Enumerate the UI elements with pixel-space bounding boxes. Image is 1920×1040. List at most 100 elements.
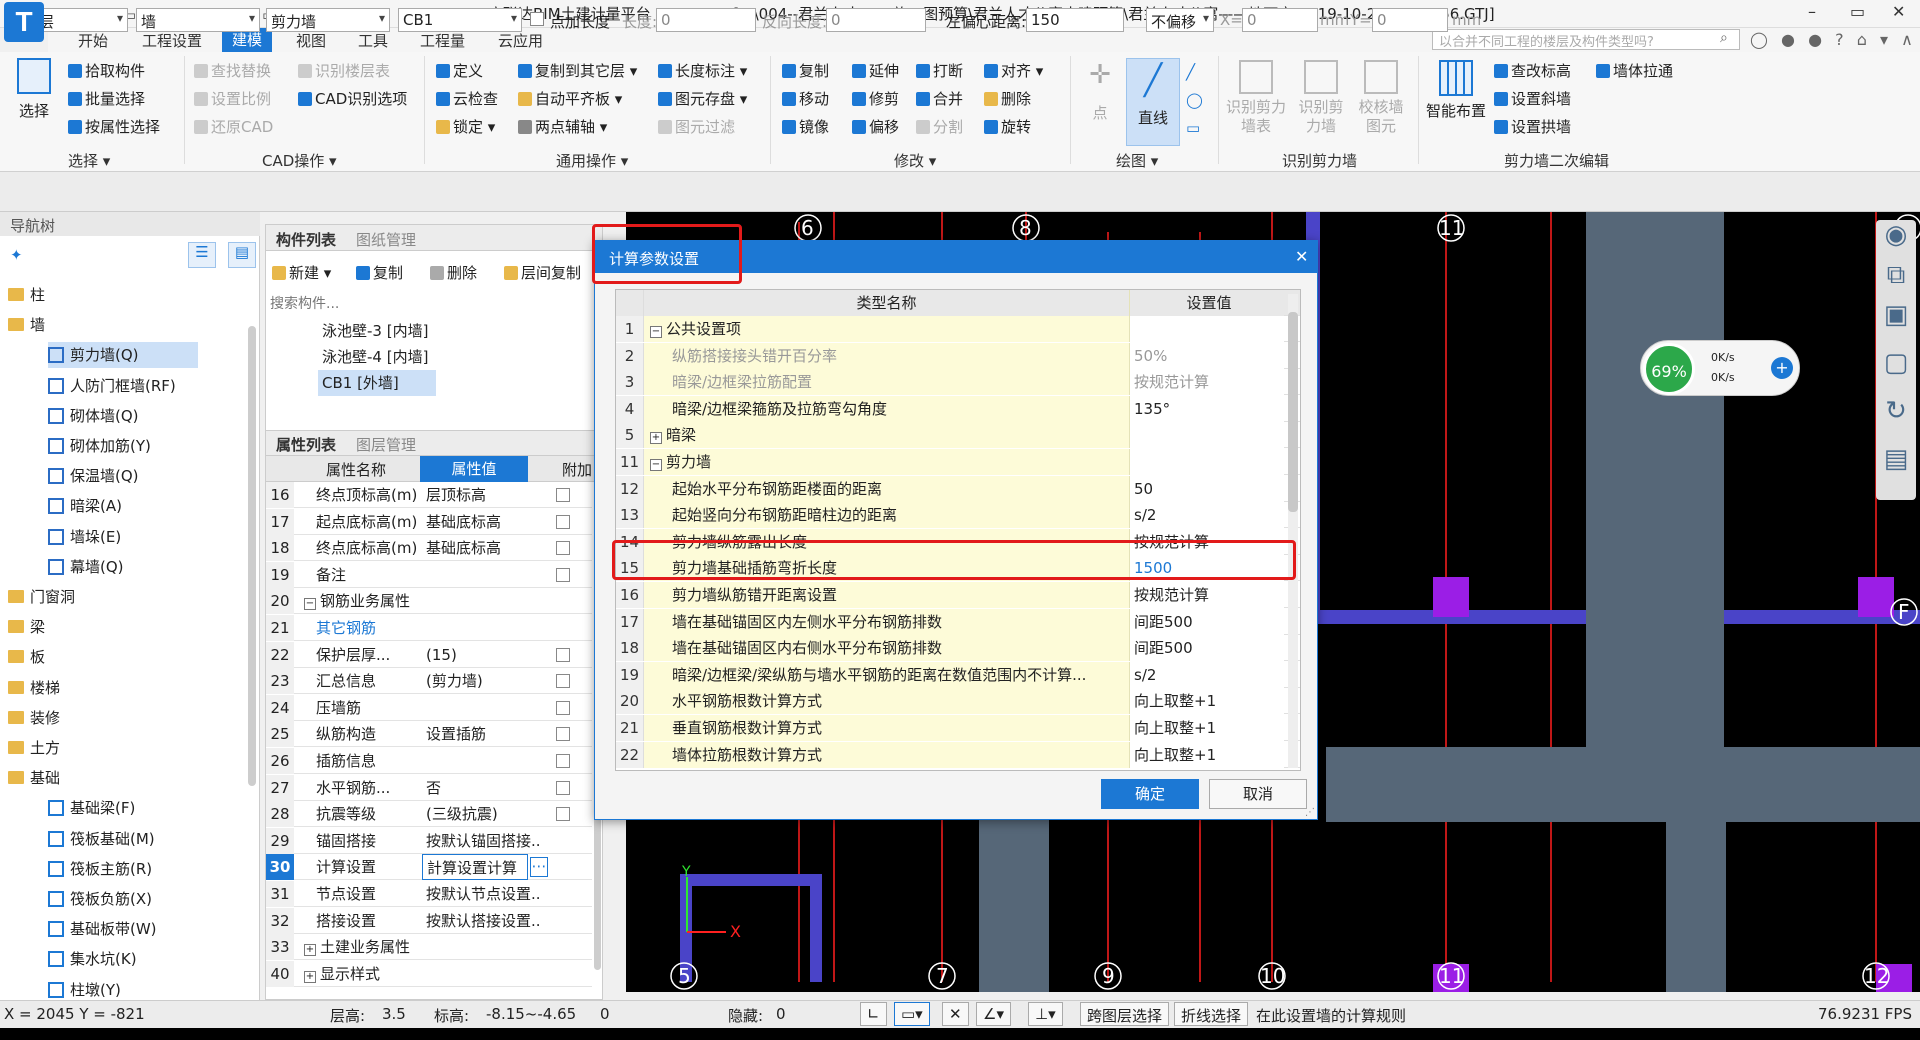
pin-nav-icon[interactable]: ✦ <box>10 246 23 264</box>
select-by-property-button[interactable]: 按属性选择 <box>68 116 160 137</box>
close-icon[interactable]: ✕ <box>1892 2 1905 21</box>
x-input[interactable]: 0 <box>1242 8 1318 32</box>
attach-checkbox[interactable] <box>556 754 570 768</box>
property-value[interactable]: 层顶标高 <box>422 482 542 508</box>
param-row[interactable]: 22 墙体拉筋根数计算方式 向上取整+1 <box>616 741 1300 768</box>
param-value[interactable]: 135° <box>1130 395 1284 422</box>
grid-view-icon[interactable]: ▤ <box>228 242 256 268</box>
copy-button[interactable]: 复制 <box>782 60 829 81</box>
property-value[interactable]: 基础底标高 <box>422 509 542 535</box>
tab-tools[interactable]: 工具 <box>358 30 388 51</box>
ortho-icon[interactable]: ∟ <box>860 1002 887 1026</box>
param-row[interactable]: 18 墙在基础锚固区内右侧水平分布钢筋排数 间距500 <box>616 635 1300 662</box>
nav-item[interactable]: 集水坑(K) <box>48 946 145 972</box>
lock-button[interactable]: 锁定 ▾ <box>436 116 495 137</box>
snap-select-icon[interactable]: ▭▾ <box>894 1002 930 1026</box>
property-row[interactable]: 40 + 显示样式 <box>266 960 592 987</box>
param-row[interactable]: 20 水平钢筋根数计算方式 向上取整+1 <box>616 688 1300 715</box>
property-value[interactable]: (15) <box>422 642 542 668</box>
break-button[interactable]: 打断 <box>916 60 963 81</box>
nav-item[interactable]: 砌体加筋(Y) <box>48 433 159 459</box>
user-icon[interactable]: ◯ <box>1750 30 1768 49</box>
cross-layer-select-button[interactable]: 跨图层选择 <box>1080 1002 1170 1026</box>
property-row[interactable]: 20− 钢筋业务属性 <box>266 588 592 615</box>
nav-scrollbar[interactable] <box>248 326 256 786</box>
attach-checkbox[interactable] <box>556 700 570 715</box>
property-row[interactable]: 28 抗震等级 (三级抗震) <box>266 801 592 828</box>
nav-item[interactable]: 筏板主筋(R) <box>48 856 160 882</box>
left-offset-input[interactable]: 150 <box>1026 8 1124 32</box>
property-value[interactable] <box>422 961 542 987</box>
recognize-floor-table-button[interactable]: 识别楼层表 <box>298 60 390 81</box>
restore-cad-button[interactable]: 还原CAD <box>194 116 273 137</box>
wall-segment[interactable] <box>979 812 1049 992</box>
param-row[interactable]: 17 墙在基础锚固区内左侧水平分布钢筋排数 间距500 <box>616 608 1300 635</box>
set-arch-wall-button[interactable]: 设置拱墙 <box>1494 116 1571 137</box>
cross-icon[interactable]: ✕ <box>942 1002 969 1026</box>
rotate-button[interactable]: 旋转 <box>984 116 1031 137</box>
attach-checkbox[interactable] <box>556 674 570 689</box>
property-value[interactable]: 按默认锚固搭接... <box>422 828 542 854</box>
property-row[interactable]: 22 保护层厚... (15) <box>266 641 592 668</box>
nav-folder[interactable]: 装修 <box>8 705 68 731</box>
property-value[interactable]: 按默认搭接设置... <box>422 908 542 934</box>
polyline-icon[interactable]: ╱ <box>1186 58 1204 86</box>
collapse-icon[interactable]: − <box>650 326 662 338</box>
list-view-icon[interactable]: ☰ <box>188 242 216 268</box>
param-value[interactable]: 50% <box>1130 342 1284 369</box>
param-row[interactable]: 1− 公共设置项 <box>616 316 1300 342</box>
new-component-button[interactable]: 新建 ▾ <box>272 262 331 283</box>
offset-button[interactable]: 偏移 <box>852 116 899 137</box>
property-row[interactable]: 30 计算设置 計算设置计算 ⋯ <box>266 854 592 881</box>
find-replace-button[interactable]: 查找替换 <box>194 60 271 81</box>
component-name-select[interactable]: CB1 <box>398 8 522 32</box>
floor-copy-button[interactable]: 层间复制 <box>504 262 581 283</box>
options-icon[interactable]: ▾ <box>1880 30 1888 49</box>
nav-item[interactable]: 基础梁(F) <box>48 795 143 821</box>
search-input[interactable]: 以合并不同工程的楼层及构件类型吗? <box>1432 29 1740 50</box>
property-value[interactable]: 否 <box>422 775 542 801</box>
tab-quantity[interactable]: 工程量 <box>420 30 465 51</box>
extend-button[interactable]: 延伸 <box>852 60 899 81</box>
nav-folder[interactable]: 板 <box>8 644 53 670</box>
chat-icon[interactable]: ● <box>1808 30 1822 49</box>
tab-component-list[interactable]: 构件列表 <box>276 229 336 250</box>
save-element-button[interactable]: 图元存盘 ▾ <box>658 88 747 109</box>
property-value[interactable] <box>422 934 542 960</box>
property-row[interactable]: 21 其它钢筋 <box>266 615 592 641</box>
nav-item[interactable]: 砌体墙(Q) <box>48 403 147 429</box>
ok-button[interactable]: 确定 <box>1101 779 1199 809</box>
attach-checkbox[interactable] <box>556 727 570 742</box>
collapse-icon[interactable]: − <box>304 598 316 611</box>
angle-icon[interactable]: ∠▾ <box>976 1002 1011 1026</box>
nav-item[interactable]: 筏板负筋(X) <box>48 886 160 912</box>
nav-item[interactable]: 暗梁(A) <box>48 493 130 519</box>
param-value[interactable]: 按规范计算 <box>1130 369 1284 396</box>
property-value[interactable] <box>422 588 542 614</box>
trim-button[interactable]: 修剪 <box>852 88 899 109</box>
component-item-selected[interactable]: CB1 [外墙] <box>318 370 436 396</box>
attach-checkbox[interactable] <box>556 514 570 529</box>
collapse-icon[interactable]: − <box>650 459 662 471</box>
batch-select-button[interactable]: 批量选择 <box>68 88 145 109</box>
param-value[interactable]: 向上取整+1 <box>1130 741 1284 768</box>
expand-icon[interactable]: + <box>304 944 316 957</box>
param-row[interactable]: 21 垂直钢筋根数计算方式 向上取整+1 <box>616 715 1300 741</box>
param-row[interactable]: 16 剪力墙纵筋错开距离设置 按规范计算 <box>616 582 1300 608</box>
param-row[interactable]: 12 起始水平分布钢筋距楼面的距离 50 <box>616 475 1300 502</box>
attach-checkbox[interactable] <box>556 541 570 556</box>
property-row[interactable]: 19 备注 <box>266 561 592 588</box>
property-row[interactable]: 31 节点设置 按默认节点设置... <box>266 881 592 907</box>
param-row[interactable]: 13 起始竖向分布钢筋距暗柱边的距离 s/2 <box>616 502 1300 529</box>
param-value[interactable] <box>1130 422 1284 449</box>
component-type-select[interactable]: 墙 <box>136 8 260 32</box>
two-point-axis-button[interactable]: 两点辅轴 ▾ <box>518 116 607 137</box>
tab-layer-management[interactable]: 图层管理 <box>356 434 416 455</box>
param-value[interactable]: 50 <box>1130 475 1284 502</box>
property-value[interactable] <box>422 748 542 774</box>
param-value[interactable]: s/2 <box>1130 661 1284 688</box>
scroll-thumb[interactable] <box>1288 312 1298 512</box>
help-icon[interactable]: ? <box>1835 30 1844 49</box>
component-search-input[interactable]: 搜索构件... <box>268 292 598 314</box>
check-wall-elements-button[interactable]: 校核墙图元 <box>1354 60 1408 136</box>
